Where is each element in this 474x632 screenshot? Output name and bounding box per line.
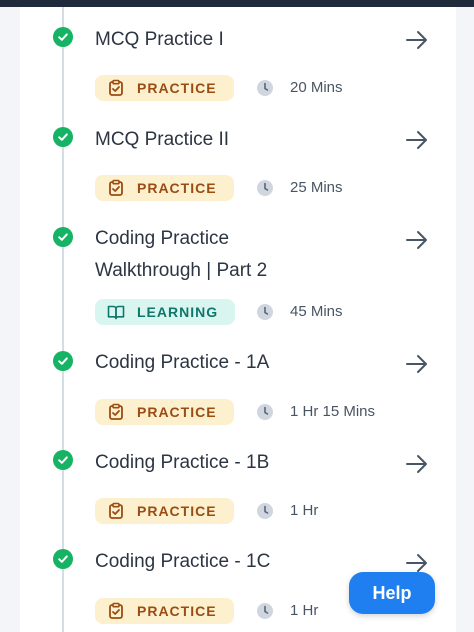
clock-icon (257, 404, 273, 420)
duration-text: 20 Mins (290, 79, 343, 96)
check-circle-icon (53, 549, 73, 569)
practice-badge: PRACTICE (95, 75, 234, 101)
learning-badge: LEARNING (95, 299, 235, 325)
practice-badge: PRACTICE (95, 598, 234, 624)
check-circle-icon (53, 227, 73, 247)
duration-text: 25 Mins (290, 179, 343, 196)
practice-badge: PRACTICE (95, 498, 234, 524)
help-button[interactable]: Help (349, 572, 435, 614)
badge-label: PRACTICE (137, 80, 217, 96)
clipboard-check-icon (109, 403, 123, 420)
badge-label: LEARNING (137, 304, 219, 320)
badge-label: PRACTICE (137, 180, 217, 196)
item-title[interactable]: MCQ Practice II (95, 124, 395, 156)
clock-icon (257, 80, 273, 96)
check-circle-icon (53, 27, 73, 47)
arrow-right-icon[interactable] (404, 351, 430, 377)
item-title-line-1[interactable]: Coding Practice (95, 223, 395, 255)
clipboard-check-icon (109, 502, 123, 519)
item-title-line-2[interactable]: Walkthrough | Part 2 (95, 255, 395, 287)
clock-icon (257, 180, 273, 196)
arrow-right-icon[interactable] (404, 27, 430, 53)
clock-icon (257, 304, 273, 320)
arrow-right-icon[interactable] (404, 127, 430, 153)
check-circle-icon (53, 351, 73, 371)
practice-badge: PRACTICE (95, 399, 234, 425)
arrow-right-icon[interactable] (404, 451, 430, 477)
top-bar (0, 0, 474, 7)
item-title[interactable]: Coding Practice - 1B (95, 447, 395, 479)
item-title[interactable]: MCQ Practice I (95, 24, 395, 56)
timeline-line (62, 7, 64, 632)
clock-icon (257, 503, 273, 519)
clock-icon (257, 603, 273, 619)
book-open-icon (107, 305, 125, 320)
item-title[interactable]: Coding Practice - 1A (95, 347, 395, 379)
badge-label: PRACTICE (137, 404, 217, 420)
check-circle-icon (53, 127, 73, 147)
arrow-right-icon[interactable] (404, 227, 430, 253)
duration-text: 45 Mins (290, 303, 343, 320)
duration-text: 1 Hr (290, 602, 319, 619)
practice-badge: PRACTICE (95, 175, 234, 201)
clipboard-check-icon (109, 79, 123, 96)
duration-text: 1 Hr 15 Mins (290, 403, 376, 420)
check-circle-icon (53, 450, 73, 470)
duration-text: 1 Hr (290, 502, 319, 519)
badge-label: PRACTICE (137, 603, 217, 619)
clipboard-check-icon (109, 179, 123, 196)
clipboard-check-icon (109, 602, 123, 619)
module-list-card (20, 7, 456, 632)
item-title[interactable]: Coding Practice - 1C (95, 546, 395, 578)
badge-label: PRACTICE (137, 503, 217, 519)
